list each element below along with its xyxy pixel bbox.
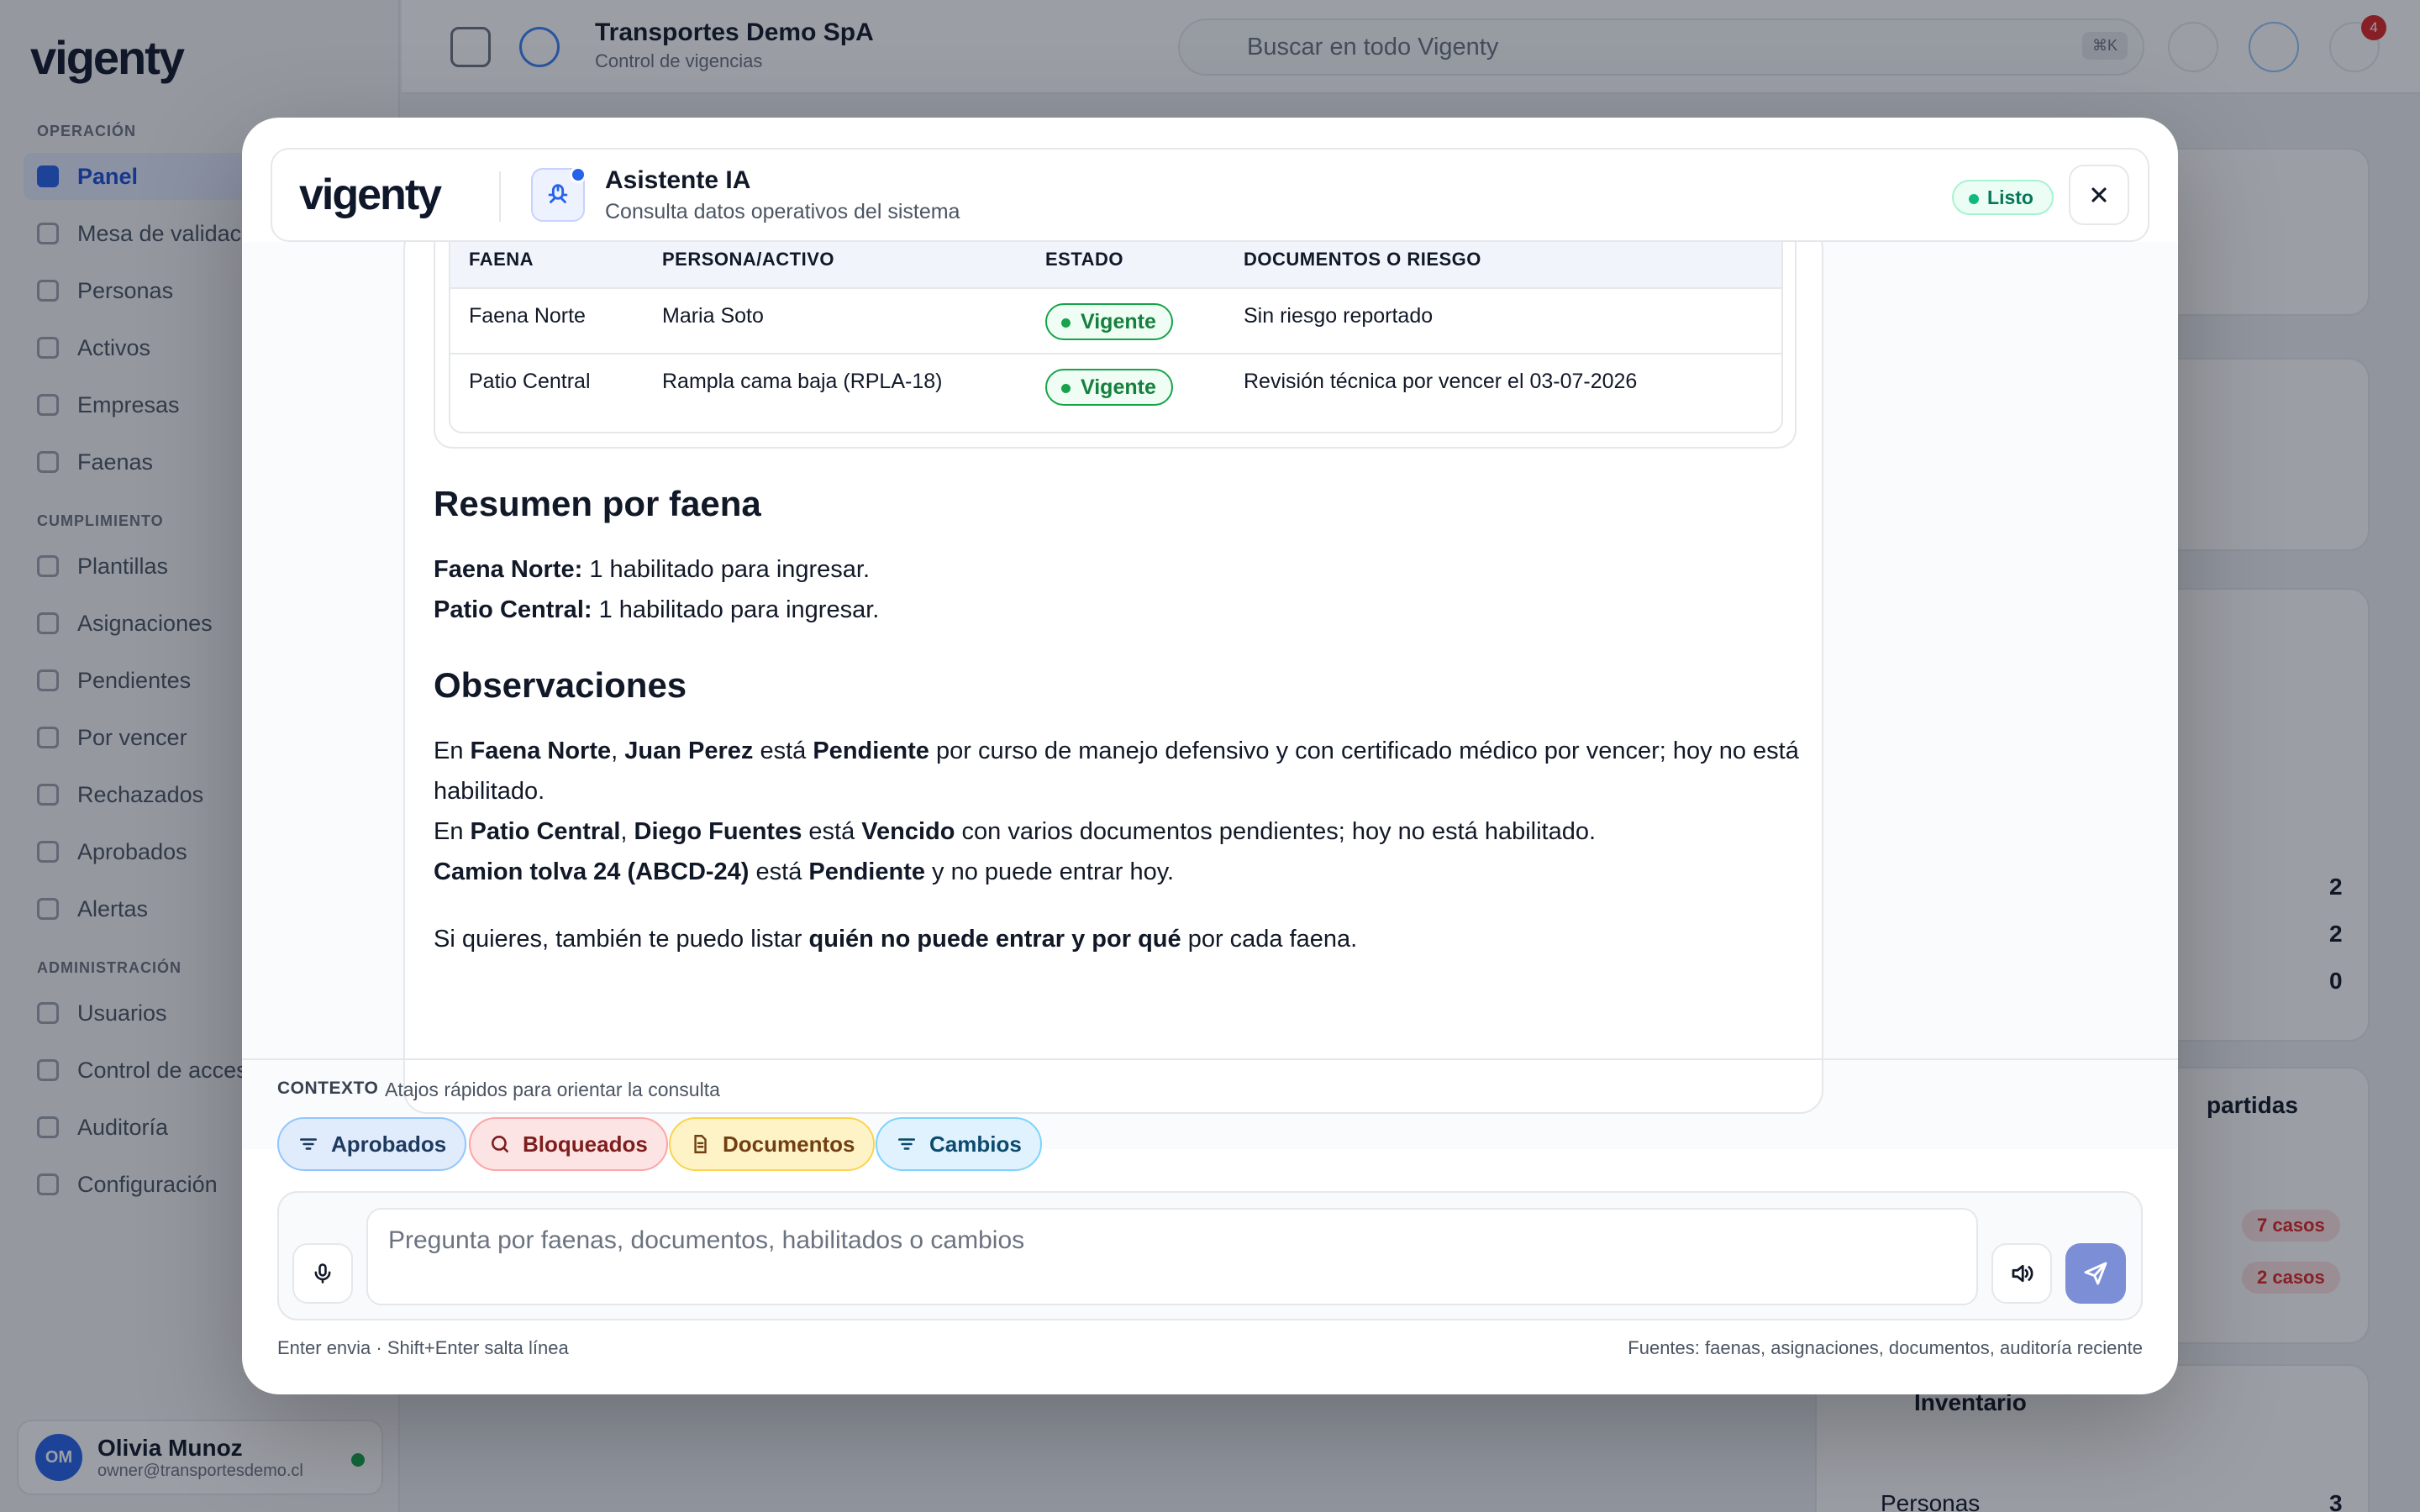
observation-line: Camion tolva 24 (ABCD-24) está Pendiente… [434, 858, 1175, 885]
speaker-button[interactable] [1991, 1243, 2052, 1304]
closing-line: Si quieres, también te puedo listar quié… [434, 926, 1358, 953]
table-row: Patio Central Rampla cama baja (RPLA-18)… [450, 354, 1781, 420]
chat-messages: FAENA PERSONA/ACTIVO ESTADO DOCUMENTOS O… [242, 242, 2178, 1149]
status-badge: Vigente [1045, 303, 1173, 340]
cell-riesgo: Revisión técnica por vencer el 03-07-202… [1244, 370, 1638, 393]
results-table-container: FAENA PERSONA/ACTIVO ESTADO DOCUMENTOS O… [434, 242, 1797, 449]
heading-observaciones: Observaciones [434, 665, 687, 705]
filter-icon [898, 1138, 915, 1150]
ai-assistant-icon [531, 166, 587, 222]
chip-label: Bloqueados [523, 1131, 648, 1157]
microphone-icon [314, 1263, 331, 1284]
search-icon [492, 1136, 508, 1152]
composer-divider [242, 1058, 2178, 1060]
microphone-button[interactable] [292, 1243, 353, 1304]
close-button[interactable] [2069, 165, 2129, 225]
chip-bloqueados[interactable]: Bloqueados [469, 1117, 668, 1171]
cell-persona: Rampla cama baja (RPLA-18) [662, 370, 943, 393]
cell-riesgo: Sin riesgo reportado [1244, 304, 1434, 328]
column-header: DOCUMENTOS O RIESGO [1244, 249, 1481, 270]
speaker-icon [2012, 1264, 2033, 1283]
context-label: CONTEXTO [277, 1079, 379, 1098]
modal-title: Asistente IA [605, 166, 751, 194]
ai-online-dot [570, 166, 587, 183]
modal-subtitle: Consulta datos operativos del sistema [605, 200, 960, 223]
observation-line: En Patio Central, Diego Fuentes está Ven… [434, 818, 1597, 845]
table-row: Faena Norte Maria Soto Vigente Sin riesg… [450, 289, 1781, 354]
status-badge: Vigente [1045, 369, 1173, 406]
column-header: ESTADO [1045, 249, 1124, 270]
close-icon [2091, 187, 2107, 202]
modal-header: vigenty Asistente IA Consulta datos oper… [271, 148, 2149, 242]
send-icon [2084, 1262, 2107, 1285]
status-badge: Listo [1952, 180, 2054, 215]
observation-line: En Faena Norte, Juan Perez está Pendient… [434, 738, 1799, 805]
send-button[interactable] [2065, 1243, 2126, 1304]
context-hint: Atajos rápidos para orientar la consulta [385, 1079, 720, 1100]
chip-aprobados[interactable]: Aprobados [277, 1117, 467, 1171]
filter-icon [300, 1138, 317, 1150]
chip-label: Aprobados [331, 1131, 447, 1157]
sources-note: Fuentes: faenas, asignaciones, documento… [1628, 1337, 2143, 1358]
cell-faena: Patio Central [469, 370, 591, 393]
prompt-input[interactable] [366, 1208, 1978, 1305]
document-icon [694, 1135, 707, 1153]
column-header: PERSONA/ACTIVO [662, 249, 835, 270]
cell-faena: Faena Norte [469, 304, 586, 328]
ai-assistant-modal: FAENA PERSONA/ACTIVO ESTADO DOCUMENTOS O… [242, 118, 2178, 1394]
keyboard-hint: Enter envia · Shift+Enter salta línea [277, 1337, 569, 1358]
message-composer [277, 1191, 2143, 1320]
chip-label: Documentos [723, 1131, 855, 1157]
resumen-line: Patio Central: 1 habilitado para ingresa… [434, 596, 880, 623]
chip-label: Cambios [929, 1131, 1022, 1157]
cell-persona: Maria Soto [662, 304, 764, 328]
chip-documentos[interactable]: Documentos [669, 1117, 876, 1171]
resumen-line: Faena Norte: 1 habilitado para ingresar. [434, 556, 871, 583]
column-header: FAENA [469, 249, 534, 270]
heading-resumen: Resumen por faena [434, 484, 761, 523]
assistant-message: FAENA PERSONA/ACTIVO ESTADO DOCUMENTOS O… [403, 242, 1823, 1114]
results-table: FAENA PERSONA/ACTIVO ESTADO DOCUMENTOS O… [449, 242, 1783, 433]
chip-cambios[interactable]: Cambios [876, 1117, 1042, 1171]
table-header: FAENA PERSONA/ACTIVO ESTADO DOCUMENTOS O… [450, 242, 1781, 289]
modal-logo: vigenty [299, 171, 442, 219]
header-divider [499, 171, 501, 222]
